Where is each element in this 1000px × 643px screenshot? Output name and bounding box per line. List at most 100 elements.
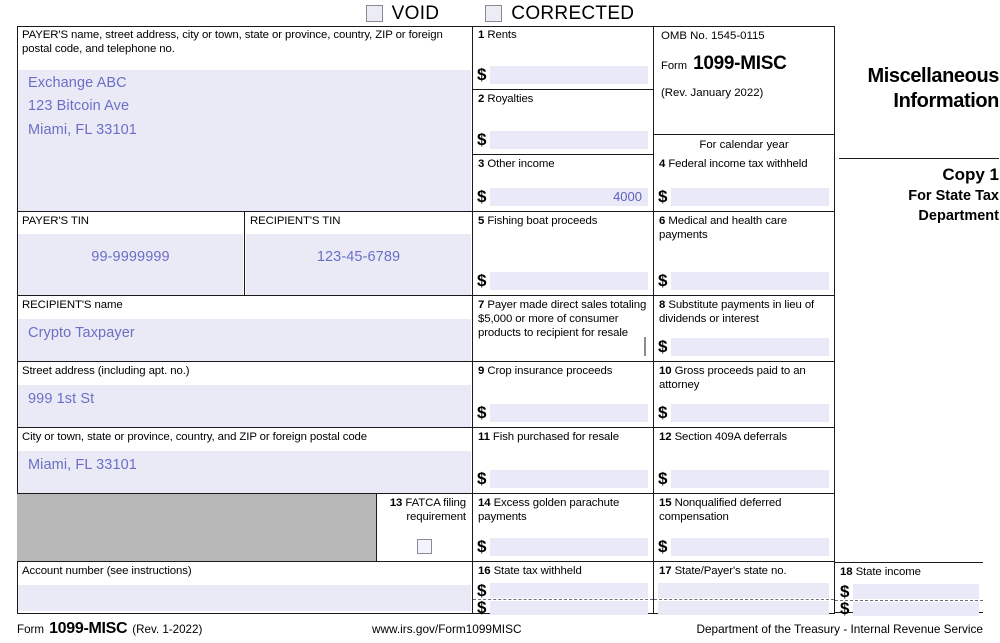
box-4-money-row[interactable]: $ xyxy=(658,186,829,207)
recipient-city-block[interactable]: City or town, state or province, country… xyxy=(17,428,473,494)
box-16-label: 16 State tax withheld xyxy=(473,562,653,579)
box-17-input-1[interactable] xyxy=(658,583,829,598)
box-8-money-row[interactable]: $ xyxy=(658,336,829,357)
box-17-input-2[interactable] xyxy=(658,601,829,615)
box-9-money-row[interactable]: $ xyxy=(477,402,648,423)
box-11-number: 11 xyxy=(478,431,490,443)
box-18-input-2[interactable] xyxy=(853,601,979,616)
box-12-section-409a[interactable]: 12 Section 409A deferrals $ xyxy=(654,428,835,494)
dollar-sign-icon: $ xyxy=(840,599,850,618)
box-2-input[interactable] xyxy=(490,130,648,149)
box-12-text: Section 409A deferrals xyxy=(674,431,788,443)
box-16-row-1[interactable]: $ xyxy=(477,582,648,599)
void-corrected-bar: VOID CORRECTED xyxy=(0,0,1000,26)
box-8-input[interactable] xyxy=(671,337,829,356)
box-14-golden-parachute[interactable]: 14 Excess golden parachute payments $ xyxy=(473,494,654,562)
box-1-text: Rents xyxy=(487,29,517,41)
box-13-checkbox[interactable] xyxy=(417,539,432,554)
box-2-royalties[interactable]: 2 Royalties $ xyxy=(473,90,654,155)
box-5-label: 5 Fishing boat proceeds xyxy=(473,212,653,229)
box-16-input-2[interactable] xyxy=(490,600,648,615)
form-number: 1099-MISC xyxy=(693,53,787,74)
recipient-tin-block[interactable]: RECIPIENT'S TIN 123-45-6789 xyxy=(245,212,473,296)
box-17-state-payer-no[interactable]: 17 State/Payer's state no. xyxy=(654,562,835,615)
form-title-line-1: Miscellaneous xyxy=(867,65,999,87)
box-13-fatca[interactable]: 13 FATCA filing requirement xyxy=(377,494,473,562)
box-14-money-row[interactable]: $ xyxy=(477,536,648,557)
box-9-text: Crop insurance proceeds xyxy=(487,365,613,377)
box-16-state-tax-withheld[interactable]: 16 State tax withheld $ $ xyxy=(473,562,654,616)
box-10-money-row[interactable]: $ xyxy=(658,402,829,423)
box-7-text: Payer made direct sales totaling $5,000 … xyxy=(478,299,647,339)
recipient-street-block[interactable]: Street address (including apt. no.) 999 … xyxy=(17,362,473,428)
box-18-row-2[interactable]: $ xyxy=(840,599,979,618)
box-1-rents[interactable]: 1 Rents $ xyxy=(473,26,654,90)
box-5-number: 5 xyxy=(478,215,485,227)
box-10-number: 10 xyxy=(659,365,672,377)
recipient-name-block[interactable]: RECIPIENT'S name Crypto Taxpayer xyxy=(17,296,473,362)
box-6-money-row[interactable]: $ xyxy=(658,270,829,291)
payer-block[interactable]: PAYER'S name, street address, city or to… xyxy=(17,26,473,212)
box-10-attorney-proceeds[interactable]: 10 Gross proceeds paid to an attorney $ xyxy=(654,362,835,428)
recipient-city-label: City or town, state or province, country… xyxy=(22,431,368,443)
box-6-input[interactable] xyxy=(671,271,829,290)
calendar-year-label: For calendar year xyxy=(699,139,789,151)
box-11-money-row[interactable]: $ xyxy=(477,468,648,489)
payer-tin-block[interactable]: PAYER'S TIN 99-9999999 xyxy=(17,212,245,296)
box-7-label: 7 Payer made direct sales totaling $5,00… xyxy=(473,296,653,341)
box-11-input[interactable] xyxy=(490,469,648,488)
box-18-number: 18 xyxy=(840,566,853,578)
copy-recipient-line-2: Department xyxy=(918,208,999,225)
box-6-medical-health[interactable]: 6 Medical and health care payments $ xyxy=(654,212,835,296)
box-16-row-2[interactable]: $ xyxy=(477,599,648,616)
box-8-substitute-payments[interactable]: 8 Substitute payments in lieu of dividen… xyxy=(654,296,835,362)
box-10-input[interactable] xyxy=(671,403,829,422)
footer-url[interactable]: www.irs.gov/Form1099MISC xyxy=(372,622,521,636)
account-number-block[interactable]: Account number (see instructions) xyxy=(17,562,473,613)
box-4-federal-tax-withheld[interactable]: 4 Federal income tax withheld $ xyxy=(654,155,835,212)
box-18-input-1[interactable] xyxy=(853,583,979,599)
box-5-input[interactable] xyxy=(490,271,648,290)
box-9-crop-insurance[interactable]: 9 Crop insurance proceeds $ xyxy=(473,362,654,428)
box-18-state-income[interactable]: 18 State income $ $ xyxy=(835,562,983,618)
box-5-fishing-boat[interactable]: 5 Fishing boat proceeds $ xyxy=(473,212,654,296)
dollar-sign-icon: $ xyxy=(477,271,487,290)
box-11-label: 11 Fish purchased for resale xyxy=(473,428,653,445)
box-6-text: Medical and health care payments xyxy=(659,215,787,241)
box-4-input[interactable] xyxy=(671,187,829,206)
box-11-fish-purchased[interactable]: 11 Fish purchased for resale $ xyxy=(473,428,654,494)
box-5-money-row[interactable]: $ xyxy=(477,270,648,291)
box-15-text: Nonqualified deferred compensation xyxy=(659,497,782,523)
box-1-input[interactable] xyxy=(490,65,648,84)
box-18-row-1[interactable]: $ xyxy=(840,583,979,600)
box-15-input[interactable] xyxy=(671,537,829,556)
box-2-text: Royalties xyxy=(487,93,534,105)
footer-agency: Department of the Treasury - Internal Re… xyxy=(696,622,983,636)
box-14-input[interactable] xyxy=(490,537,648,556)
box-9-input[interactable] xyxy=(490,403,648,422)
corrected-checkbox[interactable] xyxy=(485,4,503,22)
box-15-money-row[interactable]: $ xyxy=(658,536,829,557)
dollar-sign-icon: $ xyxy=(658,469,668,488)
box-15-label: 15 Nonqualified deferred compensation xyxy=(654,494,834,525)
payer-typed-values[interactable]: Exchange ABC 123 Bitcoin Ave Miami, FL 3… xyxy=(28,72,137,142)
box-7-direct-sales[interactable]: 7 Payer made direct sales totaling $5,00… xyxy=(473,296,654,362)
box-17-number: 17 xyxy=(659,565,672,577)
void-checkbox-group[interactable]: VOID xyxy=(365,4,440,23)
box-12-money-row[interactable]: $ xyxy=(658,468,829,489)
box-3-other-income[interactable]: 3 Other income $ 4000 xyxy=(473,155,654,212)
box-7-checkbox[interactable] xyxy=(644,337,646,356)
box-11-text: Fish purchased for resale xyxy=(492,431,619,443)
box-13-number: 13 xyxy=(389,497,403,509)
box-1-money-row[interactable]: $ xyxy=(477,64,648,85)
corrected-checkbox-group[interactable]: CORRECTED xyxy=(485,4,634,23)
box-4-label: 4 Federal income tax withheld xyxy=(654,155,834,172)
box-2-money-row[interactable]: $ xyxy=(477,129,648,150)
box-3-money-row[interactable]: $ 4000 xyxy=(477,186,648,207)
box-3-label: 3 Other income xyxy=(473,155,653,172)
box-3-input[interactable]: 4000 xyxy=(490,187,648,206)
box-15-nonqualified-deferred[interactable]: 15 Nonqualified deferred compensation $ xyxy=(654,494,835,562)
box-12-input[interactable] xyxy=(671,469,829,488)
void-checkbox[interactable] xyxy=(365,4,383,22)
box-16-input-1[interactable] xyxy=(490,582,648,598)
